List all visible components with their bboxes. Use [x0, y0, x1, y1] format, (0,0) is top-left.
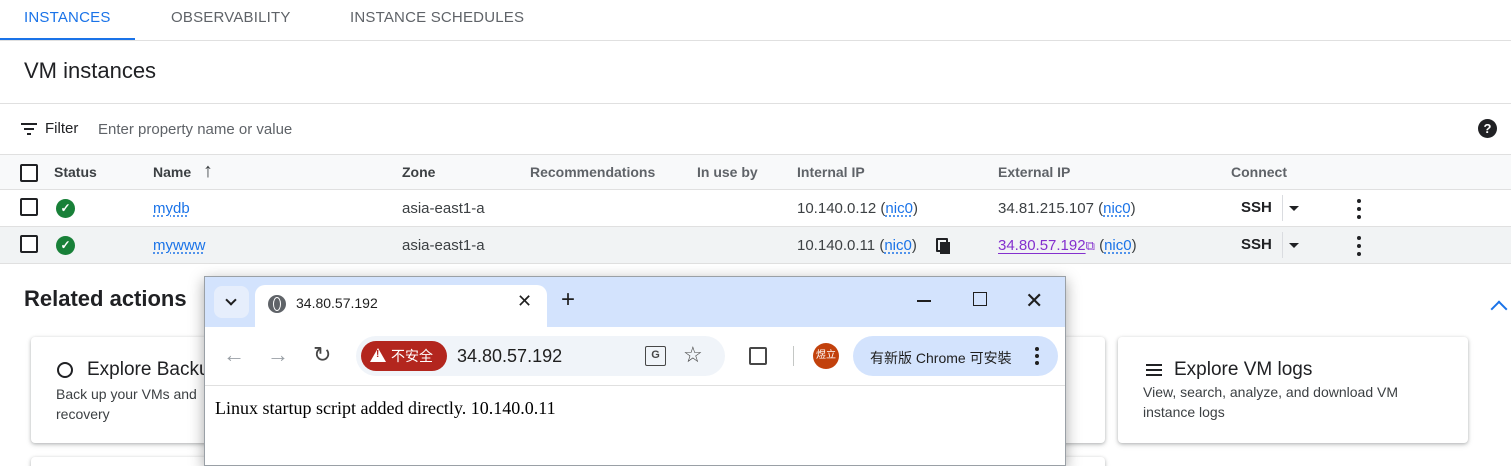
console-tab-bar: INSTANCES OBSERVABILITY INSTANCE SCHEDUL…: [0, 0, 1511, 41]
select-all-checkbox[interactable]: [20, 164, 38, 182]
more-actions-icon[interactable]: [1357, 236, 1361, 260]
table-row: ✓ mywww asia-east1-a 10.140.0.11 (nic0) …: [0, 227, 1511, 264]
column-zone[interactable]: Zone: [402, 164, 435, 180]
back-icon[interactable]: ←: [223, 344, 245, 366]
zone-value: asia-east1-a: [402, 237, 485, 254]
profile-avatar[interactable]: 煜立: [813, 343, 839, 369]
card-description: View, search, analyze, and download VM in…: [1143, 384, 1399, 420]
filter-icon[interactable]: [21, 123, 37, 135]
bookmark-star-icon[interactable]: ☆: [683, 342, 703, 368]
table-row: ✓ mydb asia-east1-a 10.140.0.12 (nic0) 3…: [0, 190, 1511, 227]
instance-name-link[interactable]: mywww: [153, 237, 206, 254]
page-title: VM instances: [24, 58, 157, 83]
maximize-icon[interactable]: [970, 289, 990, 309]
ssh-button[interactable]: SSH: [1241, 236, 1272, 253]
backup-icon: [57, 362, 73, 378]
reload-icon[interactable]: ↻: [313, 344, 331, 366]
translate-icon[interactable]: G: [645, 346, 666, 366]
column-external-ip[interactable]: External IP: [998, 164, 1070, 180]
close-tab-icon[interactable]: ✕: [517, 291, 532, 312]
chrome-tab-strip: 34.80.57.192 ✕ + ✕: [205, 277, 1065, 327]
column-recommendations[interactable]: Recommendations: [530, 164, 655, 180]
warning-icon: [370, 348, 386, 362]
internal-nic-link[interactable]: nic0: [885, 200, 913, 217]
not-secure-badge[interactable]: 不安全: [361, 341, 447, 371]
chrome-window: 34.80.57.192 ✕ + ✕ ← → ↻ 不安全 34.80.57.19…: [204, 276, 1066, 466]
paren-close: ): [912, 200, 918, 217]
divider: [1282, 195, 1283, 221]
column-connect[interactable]: Connect: [1231, 164, 1287, 180]
web-page-text: Linux startup script added directly. 10.…: [215, 398, 556, 418]
divider: [1282, 232, 1283, 258]
tab-instances[interactable]: INSTANCES: [0, 0, 135, 40]
external-ip-value: 34.81.215.107: [998, 200, 1094, 217]
related-card[interactable]: [1060, 457, 1105, 466]
card-title: Explore VM logs: [1174, 359, 1313, 380]
card-description: Back up your VMs and recovery: [56, 386, 197, 422]
globe-icon: [268, 295, 286, 313]
ssh-dropdown-icon[interactable]: [1289, 243, 1299, 248]
status-ok-icon: ✓: [56, 199, 75, 218]
row-checkbox[interactable]: [20, 235, 38, 253]
external-nic-link[interactable]: nic0: [1104, 237, 1132, 254]
external-ip-link[interactable]: 34.80.57.192: [998, 237, 1086, 254]
browser-tab[interactable]: 34.80.57.192 ✕: [255, 285, 547, 327]
browser-tab-title: 34.80.57.192: [296, 295, 378, 311]
ssh-button[interactable]: SSH: [1241, 199, 1272, 216]
tab-search-button[interactable]: [214, 286, 249, 318]
help-icon[interactable]: ?: [1478, 119, 1497, 138]
column-name[interactable]: Name: [153, 164, 191, 180]
not-secure-label: 不安全: [391, 348, 433, 364]
status-ok-icon: ✓: [56, 236, 75, 255]
internal-ip-value: 10.140.0.12: [797, 200, 877, 217]
tab-observability[interactable]: OBSERVABILITY: [147, 0, 315, 40]
paren-close: ): [1130, 200, 1136, 217]
explore-vm-logs-card[interactable]: Explore VM logs View, search, analyze, a…: [1118, 337, 1468, 443]
divider: [793, 346, 794, 366]
related-card[interactable]: [1060, 337, 1105, 443]
filter-label[interactable]: Filter: [45, 120, 78, 137]
card-title: Explore Backu: [87, 359, 210, 380]
extensions-icon[interactable]: [749, 347, 767, 365]
update-chrome-button[interactable]: 有新版 Chrome 可安裝: [853, 336, 1058, 376]
new-tab-button[interactable]: +: [561, 287, 575, 313]
related-actions-title: Related actions: [24, 286, 187, 311]
logs-icon: [1146, 364, 1162, 376]
zone-value: asia-east1-a: [402, 200, 485, 217]
browser-toolbar: ← → ↻ 不安全 34.80.57.192 G ☆ 煜立 有新版 Chrome…: [205, 327, 1065, 386]
paren-close: ): [1131, 237, 1137, 254]
row-checkbox[interactable]: [20, 198, 38, 216]
close-window-icon[interactable]: ✕: [1025, 290, 1045, 312]
external-ip-cell: 34.80.57.192⧉ (nic0): [998, 237, 1137, 254]
internal-ip-cell: 10.140.0.11 (nic0): [797, 237, 917, 254]
address-bar[interactable]: 不安全 34.80.57.192 G ☆: [356, 336, 725, 376]
sort-ascending-icon[interactable]: ↑: [203, 160, 213, 183]
filter-input[interactable]: [98, 118, 598, 140]
external-ip-cell: 34.81.215.107 (nic0): [998, 200, 1136, 217]
ssh-dropdown-icon[interactable]: [1289, 206, 1299, 211]
filter-bar: Filter: [0, 104, 1511, 154]
update-chrome-label: 有新版 Chrome 可安裝: [870, 350, 1012, 366]
chevron-up-icon[interactable]: [1490, 300, 1508, 318]
copy-icon[interactable]: [936, 238, 950, 254]
more-actions-icon[interactable]: [1357, 199, 1361, 223]
instance-name[interactable]: mydb: [153, 200, 190, 217]
instance-name[interactable]: mywww: [153, 237, 206, 254]
column-in-use-by[interactable]: In use by: [697, 164, 758, 180]
paren-close: ): [911, 237, 917, 254]
chrome-menu-icon[interactable]: [1035, 347, 1039, 368]
external-nic-link[interactable]: nic0: [1103, 200, 1131, 217]
column-internal-ip[interactable]: Internal IP: [797, 164, 865, 180]
instance-name-link[interactable]: mydb: [153, 200, 190, 217]
external-link-icon[interactable]: ⧉: [1086, 238, 1095, 253]
internal-ip-cell: 10.140.0.12 (nic0): [797, 200, 918, 217]
column-status[interactable]: Status: [54, 164, 97, 180]
minimize-icon[interactable]: [914, 289, 934, 309]
url-text[interactable]: 34.80.57.192: [457, 346, 562, 367]
table-header: Status Name ↑ Zone Recommendations In us…: [0, 154, 1511, 190]
forward-icon[interactable]: →: [267, 344, 289, 366]
tab-instance-schedules[interactable]: INSTANCE SCHEDULES: [326, 0, 548, 40]
internal-nic-link[interactable]: nic0: [884, 237, 912, 254]
internal-ip-value: 10.140.0.11: [797, 237, 876, 254]
